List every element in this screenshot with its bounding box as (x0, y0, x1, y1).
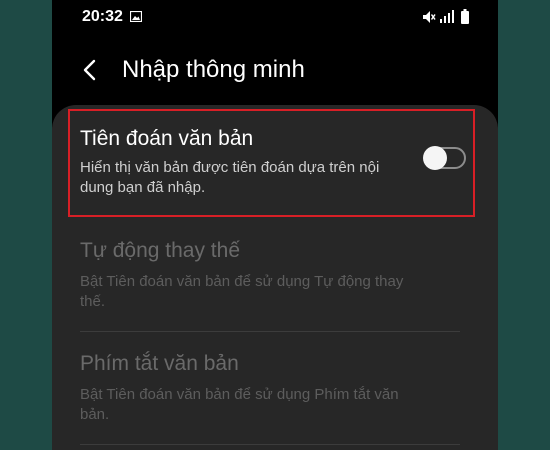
setting-predictive-text[interactable]: Tiên đoán văn bản Hiển thị văn bản được … (52, 105, 498, 225)
page-title: Nhập thông minh (122, 56, 305, 83)
signal-icon (440, 10, 454, 23)
gallery-icon (130, 11, 142, 22)
phone-screen: 20:32 Nhập thông minh Tiên đoán văn bản … (52, 0, 498, 450)
chevron-left-icon[interactable] (80, 58, 100, 82)
header: Nhập thông minh (52, 44, 498, 96)
setting-description: Bật Tiên đoán văn bản để sử dụng Phím tắ… (80, 386, 399, 423)
battery-icon (461, 9, 469, 24)
divider (80, 444, 460, 445)
toggle-knob (423, 146, 447, 170)
setting-title: Phím tắt văn bản (80, 352, 239, 375)
mute-icon (423, 11, 436, 23)
setting-text-shortcuts: Phím tắt văn bản Bật Tiên đoán văn bản đ… (52, 332, 498, 445)
predictive-text-toggle[interactable] (423, 146, 466, 170)
settings-card: Tiên đoán văn bản Hiển thị văn bản được … (52, 105, 498, 450)
setting-description: Hiển thị văn bản được tiên đoán dựa trên… (80, 159, 380, 196)
status-bar: 20:32 (52, 0, 498, 34)
setting-title: Tiên đoán văn bản (80, 127, 254, 150)
status-time: 20:32 (82, 8, 123, 25)
setting-auto-replace: Tự động thay thế Bật Tiên đoán văn bản đ… (52, 225, 498, 332)
setting-description: Bật Tiên đoán văn bản để sử dụng Tự động… (80, 273, 404, 310)
setting-title: Tự động thay thế (80, 239, 240, 262)
